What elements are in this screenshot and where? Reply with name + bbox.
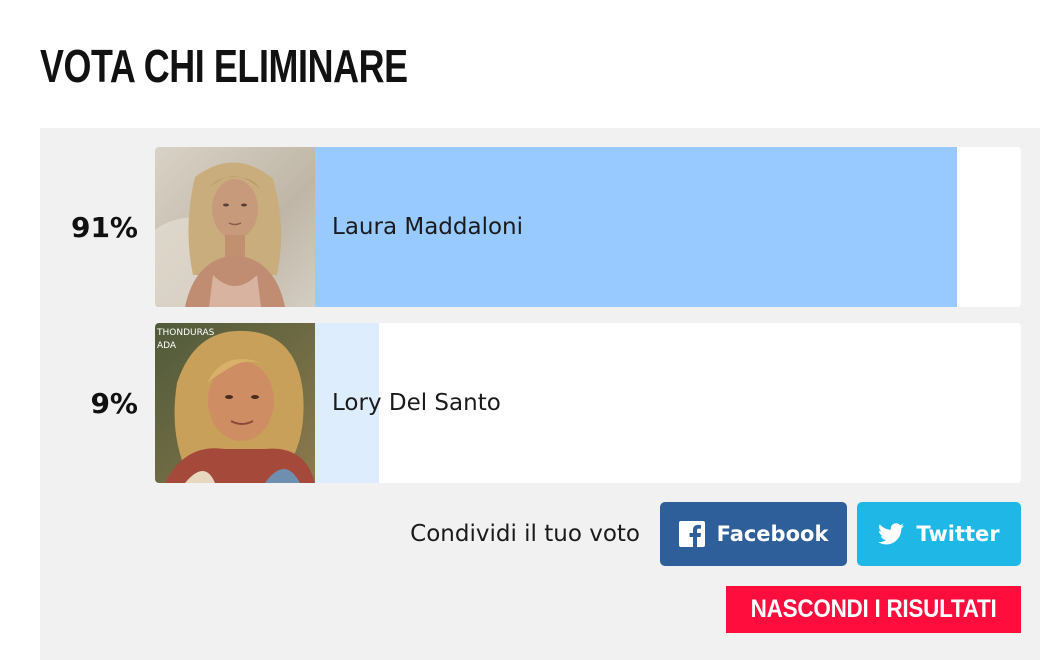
facebook-icon: [678, 521, 705, 547]
poll-option-row: 91% Laura Maddaloni: [40, 147, 1040, 307]
share-row: Condividi il tuo voto Facebook Twitter: [40, 502, 1040, 566]
hide-results-label: NASCONDI I RISULTATI: [750, 595, 997, 623]
facebook-button-label: Facebook: [716, 522, 829, 546]
poll-option-laura-maddaloni[interactable]: Laura Maddaloni: [155, 147, 1021, 307]
poll-results-panel: 91% Laura Maddaloni 9% THONDURAS ADA Lor…: [40, 128, 1040, 660]
poll-title: VOTA CHI ELIMINARE: [40, 40, 408, 92]
poll-option-lory-del-santo[interactable]: THONDURAS ADA Lory Del Santo: [155, 323, 1021, 483]
twitter-icon: [878, 523, 905, 545]
option-name: Lory Del Santo: [332, 390, 501, 416]
twitter-button-label: Twitter: [916, 522, 1000, 546]
option-name: Laura Maddaloni: [332, 214, 524, 240]
contestant-photo: THONDURAS ADA: [155, 323, 315, 483]
option-percent: 9%: [90, 386, 138, 420]
hide-results-button[interactable]: NASCONDI I RISULTATI: [726, 586, 1021, 633]
option-percent: 91%: [70, 210, 138, 244]
poll-option-row: 9% THONDURAS ADA Lory Del Santo: [40, 323, 1040, 483]
facebook-share-button[interactable]: Facebook: [660, 502, 847, 566]
photo-caption-line1: THONDURAS: [156, 328, 215, 338]
share-label: Condividi il tuo voto: [410, 521, 640, 547]
photo-caption-line2: ADA: [157, 341, 177, 351]
twitter-share-button[interactable]: Twitter: [857, 502, 1021, 566]
contestant-photo: [155, 147, 315, 307]
